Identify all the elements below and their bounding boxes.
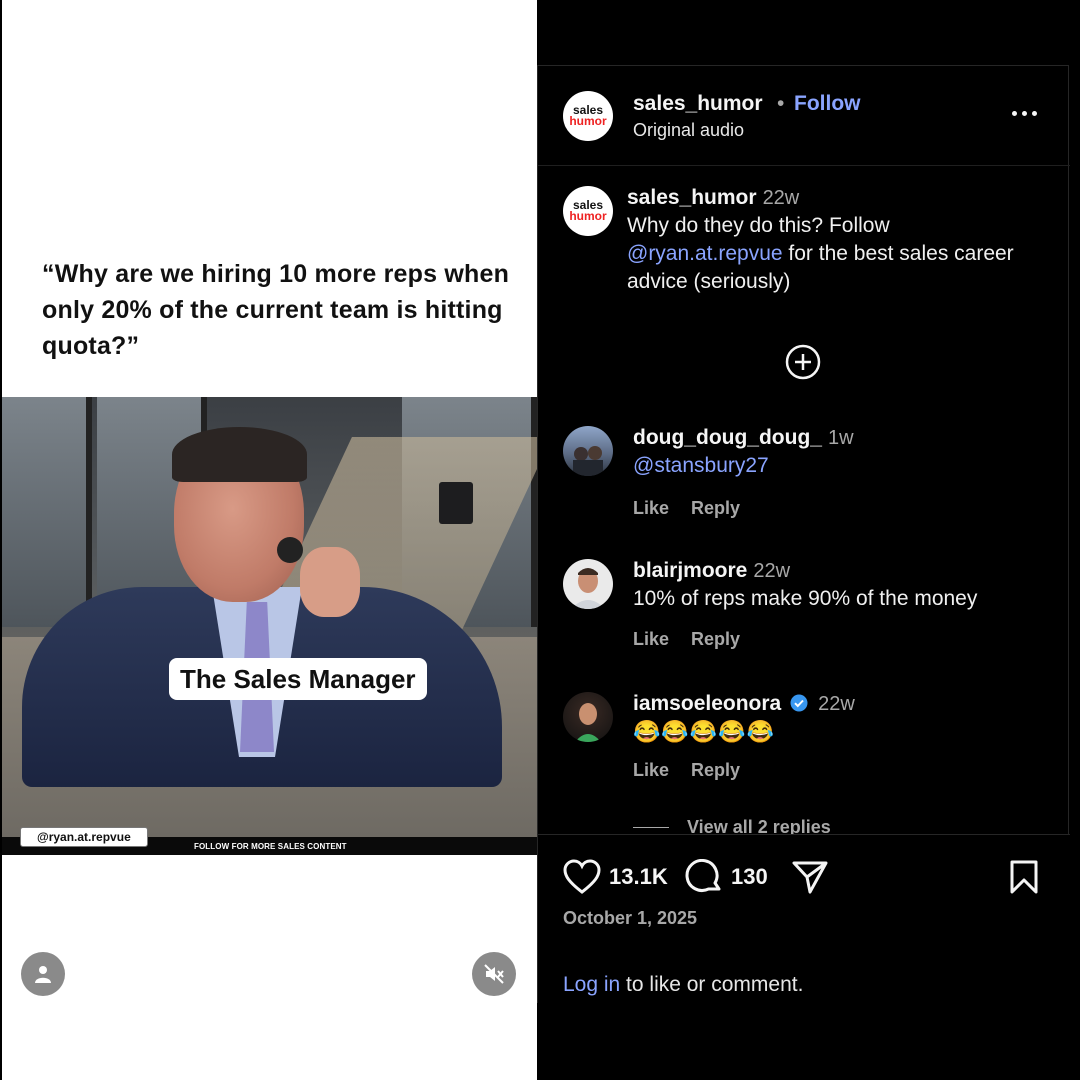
commenter-avatar[interactable] xyxy=(563,426,613,476)
video-caption-text: “Why are we hiring 10 more reps when onl… xyxy=(42,260,510,360)
comment-like-button[interactable]: Like xyxy=(633,629,669,650)
video-overlay-label: The Sales Manager xyxy=(169,658,427,700)
mute-button[interactable] xyxy=(472,952,516,996)
comment-like-button[interactable]: Like xyxy=(633,760,669,781)
plus-circle-icon[interactable] xyxy=(784,343,822,381)
follow-button[interactable]: Follow xyxy=(794,92,861,116)
author-username[interactable]: sales_humor xyxy=(633,92,763,116)
comment-reply-button[interactable]: Reply xyxy=(691,760,740,781)
video-frame[interactable]: The Sales Manager xyxy=(2,397,537,837)
like-action[interactable]: 13.1K xyxy=(563,859,668,895)
comment-like-button[interactable]: Like xyxy=(633,498,669,519)
more-options-icon[interactable] xyxy=(1012,106,1042,120)
bookmark-icon[interactable] xyxy=(1008,859,1040,895)
comment-icon[interactable] xyxy=(685,859,723,895)
commenter-avatar[interactable] xyxy=(563,692,613,742)
send-icon[interactable] xyxy=(791,859,829,895)
muted-speaker-icon xyxy=(484,964,504,984)
login-link[interactable]: Log in xyxy=(563,973,620,996)
avatar-logo-text: humor xyxy=(569,209,607,223)
video-person xyxy=(22,427,502,787)
comment-count: 130 xyxy=(731,864,768,889)
comment-username[interactable]: doug_doug_doug_ xyxy=(633,426,822,449)
comment-text: 😂😂😂😂😂 xyxy=(633,719,775,744)
commenter-avatar[interactable] xyxy=(563,559,613,609)
comment-reply-button[interactable]: Reply xyxy=(691,498,740,519)
avatar-logo-text: humor xyxy=(569,114,607,128)
action-bar: 13.1K 130 xyxy=(563,859,1043,899)
comment-username[interactable]: iamsoeleonora xyxy=(633,692,781,715)
comment-username[interactable]: blairjmoore xyxy=(633,559,747,582)
save-action[interactable] xyxy=(1008,859,1040,895)
author-avatar[interactable]: sales humor xyxy=(563,91,613,141)
post-header: sales humor sales_humor • Follow Origina… xyxy=(538,66,1070,166)
post-date[interactable]: October 1, 2025 xyxy=(563,908,697,929)
caption-author-avatar[interactable]: sales humor xyxy=(563,186,613,236)
like-count[interactable]: 13.1K xyxy=(609,864,668,890)
login-prompt: Log in to like or comment. xyxy=(563,973,803,997)
post-details-panel: sales humor sales_humor • Follow Origina… xyxy=(537,65,1070,1004)
header-separator: • xyxy=(777,92,785,115)
video-footer-text: FOLLOW FOR MORE SALES CONTENT xyxy=(194,842,347,851)
comment-action[interactable]: 130 xyxy=(685,859,768,895)
video-handle-badge: @ryan.at.repvue xyxy=(20,827,148,847)
comment-time: 22w xyxy=(818,693,855,715)
share-action[interactable] xyxy=(791,859,829,895)
audio-label[interactable]: Original audio xyxy=(633,120,744,141)
verified-badge-icon xyxy=(790,694,808,712)
profile-button[interactable] xyxy=(21,952,65,996)
post-footer: 13.1K 130 October 1, 2025 Log in to like… xyxy=(538,834,1070,1004)
video-player[interactable]: “Why are we hiring 10 more reps when onl… xyxy=(2,0,537,1080)
caption-mention-link[interactable]: @ryan.at.repvue xyxy=(627,242,783,265)
user-icon xyxy=(35,966,51,983)
comment-text: 10% of reps make 90% of the money xyxy=(633,587,978,610)
comment-time: 1w xyxy=(827,427,854,449)
caption-username[interactable]: sales_humor xyxy=(627,186,757,209)
heart-icon[interactable] xyxy=(563,859,601,895)
caption-time: 22w xyxy=(762,187,800,209)
comment-time: 22w xyxy=(753,560,791,582)
caption-text: Why do they do this? Follow xyxy=(627,214,890,237)
replies-divider xyxy=(633,827,669,828)
comment-mention-link[interactable]: @stansbury27 xyxy=(633,454,769,477)
comment-reply-button[interactable]: Reply xyxy=(691,629,740,650)
login-prompt-text: to like or comment. xyxy=(620,973,804,996)
